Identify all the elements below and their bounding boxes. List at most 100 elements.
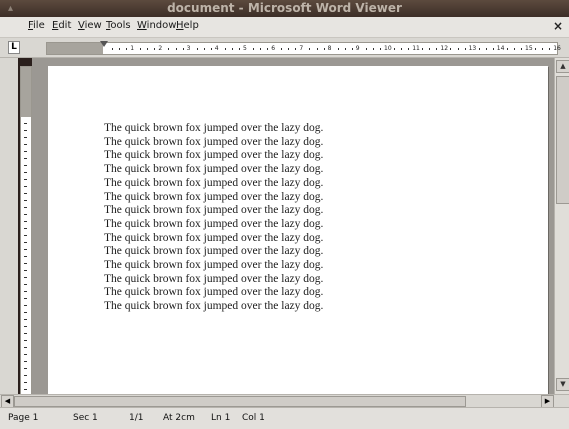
ruler-tick (542, 48, 544, 50)
ruler-tick (457, 48, 459, 50)
vertical-scrollbar[interactable]: ▲ ▼ (554, 58, 569, 394)
vertical-ruler-top-margin (21, 67, 31, 117)
ruler-tick (492, 48, 494, 50)
tab-selector-button[interactable]: L (8, 41, 20, 54)
ruler-tick (203, 48, 205, 50)
vertical-ruler-tick (24, 347, 27, 348)
vertical-ruler-tick (24, 144, 27, 145)
document-line[interactable]: The quick brown fox jumped over the lazy… (104, 245, 323, 259)
ruler-tick (231, 48, 233, 50)
menu-edit[interactable]: Edit (52, 20, 71, 31)
menu-edit-label: dit (58, 20, 72, 31)
vertical-ruler-tick (24, 389, 27, 390)
scroll-up-icon[interactable]: ▲ (556, 60, 569, 73)
document-line[interactable]: The quick brown fox jumped over the lazy… (104, 122, 323, 136)
ruler-tick (281, 48, 283, 50)
ruler-tick (295, 48, 297, 50)
document-line[interactable]: The quick brown fox jumped over the lazy… (104, 163, 323, 177)
ruler-tick (182, 48, 184, 50)
document-line[interactable]: The quick brown fox jumped over the lazy… (104, 218, 323, 232)
vertical-ruler-tick (24, 354, 27, 355)
vertical-ruler-tick (24, 158, 27, 159)
ruler-tick (288, 48, 290, 50)
ruler-tick (112, 48, 114, 50)
ruler-tick (549, 48, 551, 50)
vertical-scroll-thumb[interactable] (556, 76, 569, 204)
status-line: Ln 1 (211, 413, 231, 423)
menu-help-label: elp (183, 20, 199, 31)
scroll-down-icon[interactable]: ▼ (556, 378, 569, 391)
vertical-ruler-strip (0, 58, 18, 398)
ruler-tick (196, 48, 198, 50)
vertical-ruler-tick (24, 368, 27, 369)
horizontal-scrollbar[interactable]: ◀ ▶ (0, 394, 569, 408)
document-line[interactable]: The quick brown fox jumped over the lazy… (104, 232, 323, 246)
document-line[interactable]: The quick brown fox jumped over the lazy… (104, 204, 323, 218)
document-line[interactable]: The quick brown fox jumped over the lazy… (104, 286, 323, 300)
vertical-ruler-tick (24, 179, 27, 180)
vertical-ruler-tick (24, 235, 27, 236)
ruler-number: 12 (440, 45, 449, 52)
ruler-tick (267, 48, 269, 50)
ruler-tick (372, 48, 374, 50)
status-column: Col 1 (242, 413, 265, 423)
title-bar: ▴ document - Microsoft Word Viewer (0, 0, 569, 17)
menu-file[interactable]: File (28, 20, 45, 31)
ruler-tick (379, 48, 381, 50)
menu-tools[interactable]: Tools (106, 20, 131, 31)
vertical-ruler-tick (24, 214, 27, 215)
document-line[interactable]: The quick brown fox jumped over the lazy… (104, 136, 323, 150)
ruler-tick (140, 48, 142, 50)
menu-view[interactable]: View (78, 20, 102, 31)
ruler-number: 2 (158, 45, 163, 52)
ruler-tick (351, 48, 353, 50)
document-workspace: The quick brown fox jumped over the lazy… (32, 58, 554, 394)
ruler-number: 11 (412, 45, 420, 52)
ruler-tick (260, 48, 262, 50)
ruler-tick (436, 48, 438, 50)
document-line[interactable]: The quick brown fox jumped over the lazy… (104, 149, 323, 163)
ruler-tick (408, 48, 410, 50)
ruler-number: 5 (243, 45, 247, 52)
vertical-ruler-tick (24, 193, 27, 194)
vertical-ruler-tick (24, 333, 27, 334)
document-line[interactable]: The quick brown fox jumped over the lazy… (104, 300, 323, 314)
ruler-tick (485, 48, 487, 50)
ruler-number: 8 (327, 45, 332, 52)
vertical-ruler-tick (24, 123, 27, 124)
ruler-left-margin (47, 43, 103, 54)
horizontal-ruler[interactable]: 1 2 3 4 5 6 7 8 9 10 11 12 13 14 15 16 (46, 41, 561, 55)
ruler-tick (344, 48, 346, 50)
document-line[interactable]: The quick brown fox jumped over the lazy… (104, 177, 323, 191)
close-icon[interactable]: × (553, 19, 563, 33)
menu-view-mnemonic: V (78, 20, 85, 31)
document-line[interactable]: The quick brown fox jumped over the lazy… (104, 191, 323, 205)
menu-help[interactable]: Help (176, 20, 199, 31)
ruler-tick (535, 48, 537, 50)
status-page-count: 1/1 (129, 413, 144, 423)
vertical-ruler-tick (24, 305, 27, 306)
menu-window[interactable]: Window (137, 20, 176, 31)
ruler-number: 10 (384, 45, 392, 52)
vertical-ruler-tick (24, 319, 27, 320)
vertical-ruler-tick (24, 312, 27, 313)
vertical-ruler-tick (24, 228, 27, 229)
document-body[interactable]: The quick brown fox jumped over the lazy… (104, 122, 323, 314)
ruler-tick (154, 48, 156, 50)
vertical-ruler[interactable] (20, 66, 32, 396)
window-title: document - Microsoft Word Viewer (167, 1, 402, 15)
window-menu-icon[interactable]: ▴ (8, 0, 13, 17)
document-line[interactable]: The quick brown fox jumped over the lazy… (104, 259, 323, 273)
document-page[interactable]: The quick brown fox jumped over the lazy… (48, 66, 548, 394)
first-line-indent-marker[interactable] (100, 41, 108, 47)
horizontal-scroll-thumb[interactable] (14, 396, 466, 407)
ruler-number: 9 (355, 45, 360, 52)
ruler-number: 1 (130, 45, 135, 52)
ruler-tick (238, 48, 240, 50)
menu-bar: File Edit View Tools Window Help × (0, 17, 569, 38)
vertical-ruler-tick (24, 298, 27, 299)
document-line[interactable]: The quick brown fox jumped over the lazy… (104, 273, 323, 287)
vertical-ruler-tick (24, 130, 27, 131)
ruler-tick (253, 48, 255, 50)
ruler-tick (464, 48, 466, 50)
